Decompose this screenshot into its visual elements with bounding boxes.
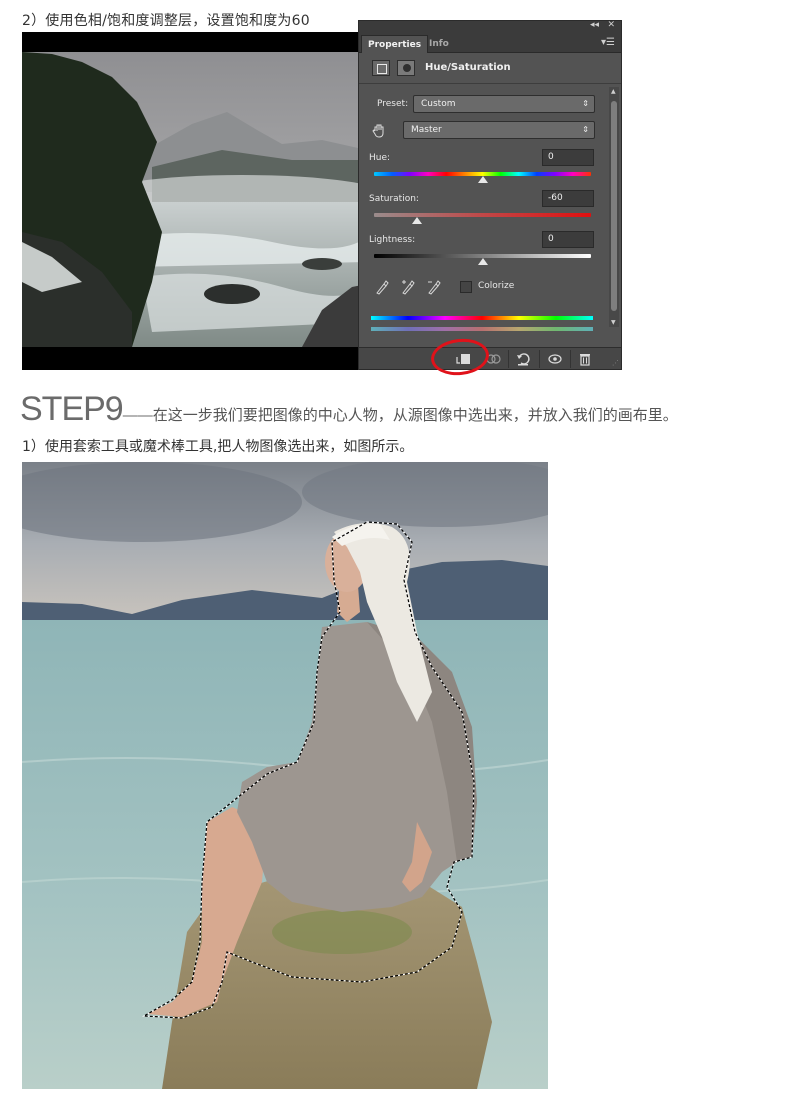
adjustment-layer-icon [372, 60, 390, 76]
preset-label: Preset: [377, 99, 409, 109]
saturation-input[interactable]: -60 [542, 190, 594, 207]
properties-panel: ◂◂ ✕ Properties Info ▾☰ Hue/Saturation P… [358, 20, 622, 370]
lightness-input[interactable]: 0 [542, 231, 594, 248]
step9-sub-caption: 1）使用套索工具或魔术棒工具,把人物图像选出来，如图所示。 [22, 439, 414, 455]
panel-menu-icon[interactable]: ▾☰ [601, 37, 615, 48]
on-image-adjust-icon[interactable] [371, 122, 391, 140]
step9-description: 在这一步我们要把图像的中心人物，从源图像中选出来，并放入我们的画布里。 [152, 407, 678, 424]
eyedropper-icon[interactable] [375, 279, 389, 299]
channel-select[interactable]: Master ⇕ [403, 121, 595, 139]
adjustment-header: Hue/Saturation [359, 54, 621, 84]
hue-slider-thumb[interactable] [477, 176, 488, 183]
tab-info[interactable]: Info [423, 35, 455, 53]
panel-tabs: Properties Info ▾☰ [359, 33, 621, 53]
step8-sub-caption: 2）使用色相/饱和度调整层，设置饱和度为60 [22, 13, 310, 29]
select-arrows-icon: ⇕ [582, 99, 589, 108]
scroll-down-icon[interactable]: ▼ [611, 319, 616, 326]
select-arrows-icon: ⇕ [582, 125, 589, 134]
saturation-label: Saturation: [369, 194, 419, 204]
scroll-up-icon[interactable]: ▲ [611, 88, 616, 95]
delete-icon[interactable] [577, 351, 593, 367]
step9-dash: —— [122, 407, 153, 424]
woman-on-rock-photo [22, 462, 548, 1089]
hue-input[interactable]: 0 [542, 149, 594, 166]
collapse-panel-icon[interactable]: ◂◂ [590, 21, 599, 30]
saturation-slider-track[interactable] [374, 213, 591, 217]
panel-scrollbar[interactable]: ▲ ▼ [609, 87, 619, 327]
resize-grip-icon[interactable]: ⋰ [612, 359, 619, 367]
panel-bottom-toolbar: ⋰ [359, 347, 621, 369]
layer-mask-icon[interactable] [397, 60, 415, 76]
tab-properties[interactable]: Properties [361, 35, 429, 53]
hue-label: Hue: [369, 153, 391, 163]
adjustment-title: Hue/Saturation [425, 62, 511, 73]
saturation-slider-thumb[interactable] [412, 217, 423, 224]
river-landscape-photo [22, 32, 367, 370]
input-hue-bar [371, 316, 593, 320]
reset-icon[interactable] [515, 351, 531, 367]
preset-value: Custom [421, 99, 456, 109]
step9-title: STEP9 [20, 390, 124, 428]
output-hue-bar [371, 327, 593, 331]
colorize-label: Colorize [478, 281, 515, 291]
colorize-checkbox[interactable] [460, 281, 472, 293]
lightness-label: Lightness: [369, 235, 416, 245]
preset-select[interactable]: Custom ⇕ [413, 95, 595, 113]
channel-value: Master [411, 125, 442, 135]
scrollbar-thumb[interactable] [611, 101, 617, 311]
eyedropper-minus-icon[interactable] [427, 279, 441, 299]
lightness-slider-thumb[interactable] [477, 258, 488, 265]
step9-heading: STEP9——在这一步我们要把图像的中心人物，从源图像中选出来，并放入我们的画布… [20, 390, 678, 429]
visibility-icon[interactable] [547, 351, 563, 367]
eyedropper-plus-icon[interactable] [401, 279, 415, 299]
panel-titlebar: ◂◂ ✕ [359, 21, 621, 33]
close-panel-icon[interactable]: ✕ [607, 21, 615, 30]
